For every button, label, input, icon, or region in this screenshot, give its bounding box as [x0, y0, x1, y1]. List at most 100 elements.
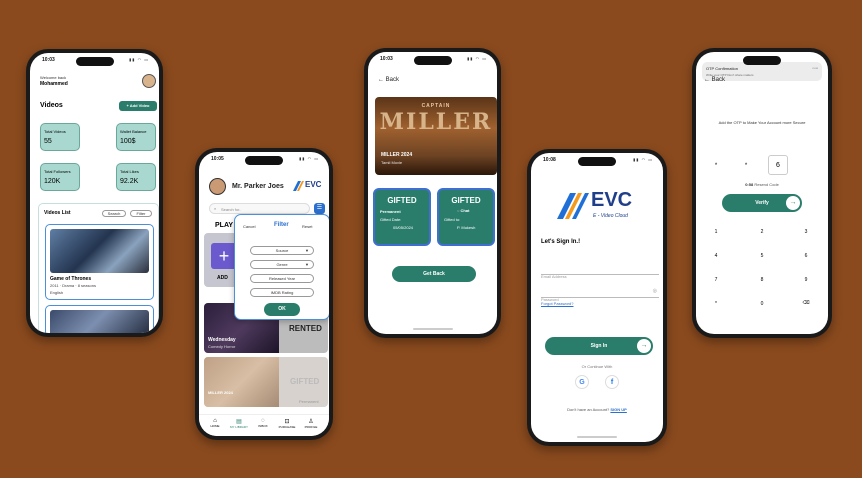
phone-gift-details: 10:03 ▮▮ ◠ ▭ ← Back CAPTAIN MILLER MILLE…: [364, 48, 501, 338]
otp-digit-2[interactable]: *: [738, 158, 754, 174]
email-field[interactable]: Email Address: [541, 265, 659, 279]
back-button[interactable]: ← Back: [704, 77, 725, 83]
sign-in-button[interactable]: Sign In →: [545, 337, 653, 355]
filter-button[interactable]: Filter: [130, 210, 152, 217]
nav-label: MY LIBRARY: [229, 425, 249, 429]
nav-home[interactable]: ⌂ HOME: [204, 418, 226, 428]
get-back-button[interactable]: Get Back: [392, 266, 476, 282]
forgot-password-link[interactable]: Forgot Password?: [541, 301, 573, 306]
source-select[interactable]: Source ▼: [250, 246, 314, 255]
poster-title: MILLER 2024: [381, 152, 413, 158]
chat-button[interactable]: ◌ Chat: [457, 208, 493, 213]
gift-type: Permanent: [380, 209, 401, 214]
arrow-right-icon: →: [786, 196, 800, 210]
movie-subtitle: Comedy Horror: [208, 344, 236, 349]
nav-profile[interactable]: ♙ PROFILE: [300, 418, 322, 429]
evc-logo-icon: [292, 179, 304, 193]
stat-total-followers: Total Followers 120K: [40, 163, 80, 191]
genre-select[interactable]: Genre ▼: [250, 260, 314, 269]
verify-button[interactable]: Verify →: [722, 194, 802, 212]
sign-up-link[interactable]: SIGN UP: [610, 407, 626, 412]
movie-title: Wednesday: [208, 337, 236, 343]
arrow-left-icon: ←: [704, 77, 710, 83]
facebook-icon[interactable]: f: [605, 375, 619, 389]
gifted-to-label: Gifted to:: [444, 217, 461, 222]
status-icons: ▮▮ ◠ ▭: [129, 57, 149, 62]
status-icons: ▮▮ ◠ ▭: [299, 156, 319, 161]
imdb-rating-option[interactable]: IMDB Rating: [250, 288, 314, 297]
key-3[interactable]: 3: [796, 229, 816, 235]
key-7[interactable]: 7: [706, 277, 726, 283]
avatar[interactable]: [142, 74, 156, 88]
key-4[interactable]: 4: [706, 253, 726, 259]
search-button[interactable]: Search: [102, 210, 126, 217]
status-time: 10:05: [211, 156, 224, 162]
dashboard-screen: 10:03 ▮▮ ◠ ▭ Welcome back Mohammed Video…: [30, 53, 159, 333]
stat-wallet-balance: Wallet Balance 100$: [116, 123, 156, 151]
google-icon[interactable]: G: [575, 375, 589, 389]
caret-down-icon: ▼: [305, 262, 309, 267]
otp-timer: 0:58: [745, 182, 754, 187]
backspace-icon[interactable]: ⌫: [796, 300, 816, 306]
filter-reset-button[interactable]: Reset: [302, 224, 312, 229]
brand-name: EVC: [305, 180, 322, 189]
user-icon: ♙: [308, 419, 314, 425]
user-name: Mohammed: [40, 81, 68, 87]
video-card[interactable]: Game of Thrones 2011 · Drama · 8 seasons…: [45, 224, 154, 300]
add-label: ADD: [217, 275, 228, 281]
otp-digit-3[interactable]: 6: [768, 155, 788, 175]
video-thumbnail: [50, 310, 149, 333]
phone-sign-in: 10:08 ▮▮ ◠ ▭ EVC E - Video Cloud Let's S…: [527, 149, 667, 446]
key-6[interactable]: 6: [796, 253, 816, 259]
key-star[interactable]: *: [706, 301, 726, 307]
search-input[interactable]: ⌕ Search for..: [209, 203, 310, 214]
key-8[interactable]: 8: [752, 277, 772, 283]
keypad: 1 2 3 4 5 6 7 8 9 * 0 ⌫: [696, 222, 828, 322]
gifted-label: GIFTED: [290, 377, 320, 386]
stat-total-videos: Total Videos 55: [40, 123, 80, 151]
no-account-text: Don't have an Account?: [567, 407, 610, 412]
dynamic-island: [245, 156, 283, 165]
gift-screen: 10:03 ▮▮ ◠ ▭ ← Back CAPTAIN MILLER MILLE…: [368, 52, 497, 334]
gifted-card[interactable]: MILLER 2024 GIFTED Permanent: [204, 357, 328, 407]
resend-row: 0:58 Resend Code: [696, 182, 828, 187]
gifted-date-value: 05/05/2024: [393, 225, 414, 230]
back-button[interactable]: ← Back: [378, 77, 399, 83]
key-2[interactable]: 2: [752, 229, 772, 235]
dynamic-island: [743, 56, 781, 65]
library-icon: ▤: [236, 419, 242, 425]
otp-digit-1[interactable]: *: [708, 158, 724, 174]
brand-subtitle: E - Video Cloud: [593, 213, 628, 219]
filter-icon[interactable]: ☰: [314, 203, 325, 214]
nav-library[interactable]: ▤ MY LIBRARY: [228, 418, 250, 429]
released-year-option[interactable]: Released Year: [250, 274, 314, 283]
nav-inbox[interactable]: ◌ INBOX: [252, 418, 274, 428]
page-title: Videos: [40, 102, 63, 109]
bottom-nav: ⌂ HOME ▤ MY LIBRARY ◌ INBOX ⊡ PURCHASE ♙ PROF…: [199, 414, 329, 436]
otp-digit-4[interactable]: [800, 158, 816, 174]
resend-code-link[interactable]: Resend Code: [754, 182, 778, 187]
key-0[interactable]: 0: [752, 301, 772, 307]
key-1[interactable]: 1: [706, 229, 726, 235]
rented-label: RENTED: [289, 324, 322, 333]
home-indicator: [412, 328, 453, 330]
eye-off-icon[interactable]: ◎: [653, 288, 657, 294]
add-video-button[interactable]: + Add Video: [119, 101, 157, 111]
password-field[interactable]: Password ◎: [541, 288, 659, 302]
gifted-to-value: P. Mukesh: [457, 225, 476, 230]
avatar[interactable]: [209, 178, 226, 195]
stat-total-likes: Total Likes 92.2K: [116, 163, 156, 191]
key-5[interactable]: 5: [752, 253, 772, 259]
stat-value: 100$: [120, 138, 136, 145]
nav-purchase[interactable]: ⊡ PURCHASE: [276, 418, 298, 429]
video-card[interactable]: [45, 305, 154, 333]
video-meta: 2011 · Drama · 8 seasons: [50, 283, 96, 288]
back-label: Back: [385, 77, 400, 83]
phone-dashboard: 10:03 ▮▮ ◠ ▭ Welcome back Mohammed Video…: [26, 49, 163, 337]
phone-otp: OTP Confirmation Write your OTP Don't sh…: [692, 48, 832, 338]
key-9[interactable]: 9: [796, 277, 816, 283]
filter-cancel-button[interactable]: Cancel: [243, 224, 255, 229]
otp-screen: OTP Confirmation Write your OTP Don't sh…: [696, 52, 828, 334]
or-continue-text: Or Continue With: [581, 364, 613, 369]
ok-button[interactable]: OK: [264, 303, 300, 316]
